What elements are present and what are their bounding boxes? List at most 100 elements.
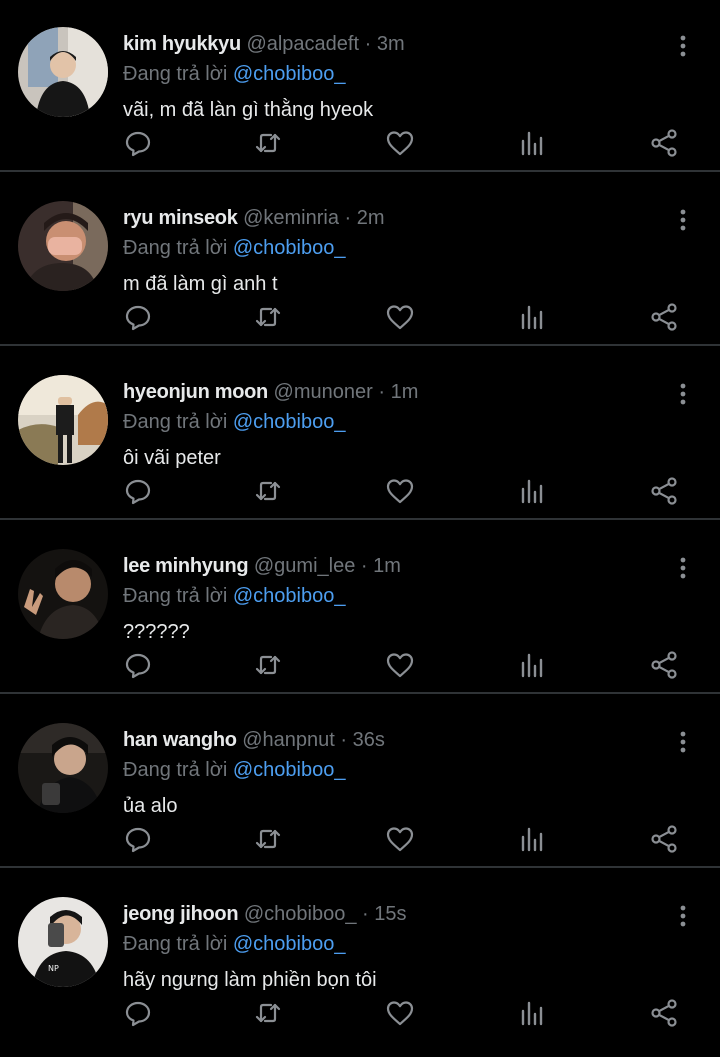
tweet-item[interactable]: han wangho @hanpnut · 36s Đang trả lời @…: [0, 696, 720, 868]
display-name[interactable]: ryu minseok: [123, 207, 238, 229]
share-icon[interactable]: [649, 476, 679, 506]
user-handle[interactable]: @gumi_lee: [254, 555, 355, 577]
tweet-item[interactable]: NP jeong jihoon @chobiboo_ · 15s Đang tr…: [0, 870, 720, 1057]
share-icon[interactable]: [649, 128, 679, 158]
avatar[interactable]: [18, 27, 108, 117]
tweet-header: kim hyukkyu @alpacadeft · 3m: [123, 30, 405, 58]
display-name[interactable]: jeong jihoon: [123, 903, 239, 925]
tweet-actions: [0, 303, 720, 346]
views-icon[interactable]: [517, 998, 547, 1028]
reply-icon[interactable]: [123, 998, 153, 1028]
reply-icon[interactable]: [123, 128, 153, 158]
tweet-header: lee minhyung @gumi_lee · 1m: [123, 552, 401, 580]
reply-icon[interactable]: [123, 824, 153, 854]
like-icon[interactable]: [385, 998, 415, 1028]
separator-dot: ·: [378, 381, 386, 403]
separator-dot: ·: [364, 33, 372, 55]
more-options-icon[interactable]: [670, 381, 696, 407]
avatar[interactable]: NP: [18, 897, 108, 987]
like-icon[interactable]: [385, 302, 415, 332]
replying-to: Đang trả lời @chobiboo_: [123, 756, 345, 784]
tweet-header: han wangho @hanpnut · 36s: [123, 726, 385, 754]
tweet-actions: [0, 999, 720, 1042]
more-options-icon[interactable]: [670, 729, 696, 755]
views-icon[interactable]: [517, 476, 547, 506]
replying-prefix: Đang trả lời: [123, 585, 228, 607]
more-options-icon[interactable]: [670, 555, 696, 581]
svg-text:NP: NP: [48, 964, 59, 973]
tweet-item[interactable]: hyeonjun moon @munoner · 1m Đang trả lời…: [0, 348, 720, 520]
reply-icon[interactable]: [123, 650, 153, 680]
share-icon[interactable]: [649, 998, 679, 1028]
user-handle[interactable]: @chobiboo_: [244, 903, 357, 925]
more-options-icon[interactable]: [670, 33, 696, 59]
tweet-actions: [0, 651, 720, 694]
avatar[interactable]: [18, 375, 108, 465]
replying-mention-link[interactable]: @chobiboo_: [233, 759, 346, 781]
like-icon[interactable]: [385, 128, 415, 158]
more-options-icon[interactable]: [670, 903, 696, 929]
reply-icon[interactable]: [123, 302, 153, 332]
replying-prefix: Đang trả lời: [123, 63, 228, 85]
avatar[interactable]: [18, 723, 108, 813]
like-icon[interactable]: [385, 824, 415, 854]
user-handle[interactable]: @munoner: [274, 381, 373, 403]
avatar[interactable]: [18, 549, 108, 639]
tweet-item[interactable]: lee minhyung @gumi_lee · 1m Đang trả lời…: [0, 522, 720, 694]
separator-dot: ·: [340, 729, 348, 751]
replying-mention-link[interactable]: @chobiboo_: [233, 585, 346, 607]
tweet-text: m đã làm gì anh t: [123, 273, 278, 295]
tweet-item[interactable]: kim hyukkyu @alpacadeft · 3m Đang trả lờ…: [0, 0, 720, 172]
user-handle[interactable]: @alpacadeft: [246, 33, 359, 55]
replying-mention-link[interactable]: @chobiboo_: [233, 237, 346, 259]
timestamp[interactable]: 36s: [353, 729, 385, 751]
timestamp[interactable]: 3m: [377, 33, 405, 55]
reply-icon[interactable]: [123, 476, 153, 506]
retweet-icon[interactable]: [253, 998, 283, 1028]
replying-to: Đang trả lời @chobiboo_: [123, 234, 345, 262]
tweet-text: ủa alo: [123, 795, 178, 817]
replying-prefix: Đang trả lời: [123, 933, 228, 955]
display-name[interactable]: hyeonjun moon: [123, 381, 268, 403]
replying-prefix: Đang trả lời: [123, 237, 228, 259]
timestamp[interactable]: 15s: [374, 903, 406, 925]
share-icon[interactable]: [649, 302, 679, 332]
retweet-icon[interactable]: [253, 476, 283, 506]
share-icon[interactable]: [649, 824, 679, 854]
separator-dot: ·: [362, 903, 369, 925]
retweet-icon[interactable]: [253, 302, 283, 332]
user-handle[interactable]: @hanpnut: [242, 729, 335, 751]
display-name[interactable]: lee minhyung: [123, 555, 249, 577]
avatar[interactable]: [18, 201, 108, 291]
display-name[interactable]: han wangho: [123, 729, 237, 751]
tweet-text: ôi vãi peter: [123, 447, 221, 469]
tweet-text: hãy ngưng làm phiền bọn tôi: [123, 969, 377, 991]
replying-mention-link[interactable]: @chobiboo_: [233, 933, 346, 955]
user-handle[interactable]: @keminria: [243, 207, 339, 229]
display-name[interactable]: kim hyukkyu: [123, 33, 241, 55]
views-icon[interactable]: [517, 824, 547, 854]
retweet-icon[interactable]: [253, 824, 283, 854]
views-icon[interactable]: [517, 302, 547, 332]
tweet-text: vãi, m đã làn gì thằng hyeok: [123, 99, 374, 121]
separator-dot: ·: [344, 207, 352, 229]
retweet-icon[interactable]: [253, 128, 283, 158]
more-options-icon[interactable]: [670, 207, 696, 233]
like-icon[interactable]: [385, 650, 415, 680]
tweet-header: hyeonjun moon @munoner · 1m: [123, 378, 418, 406]
replying-mention-link[interactable]: @chobiboo_: [233, 411, 346, 433]
views-icon[interactable]: [517, 128, 547, 158]
timestamp[interactable]: 1m: [391, 381, 419, 403]
tweet-item[interactable]: ryu minseok @keminria · 2m Đang trả lời …: [0, 174, 720, 346]
like-icon[interactable]: [385, 476, 415, 506]
timestamp[interactable]: 1m: [373, 555, 401, 577]
replying-mention-link[interactable]: @chobiboo_: [233, 63, 346, 85]
share-icon[interactable]: [649, 650, 679, 680]
replying-to: Đang trả lời @chobiboo_: [123, 930, 345, 958]
timestamp[interactable]: 2m: [357, 207, 385, 229]
views-icon[interactable]: [517, 650, 547, 680]
replying-prefix: Đang trả lời: [123, 759, 228, 781]
retweet-icon[interactable]: [253, 650, 283, 680]
reply-feed: kim hyukkyu @alpacadeft · 3m Đang trả lờ…: [0, 0, 720, 1057]
tweet-text: ??????: [123, 621, 190, 643]
